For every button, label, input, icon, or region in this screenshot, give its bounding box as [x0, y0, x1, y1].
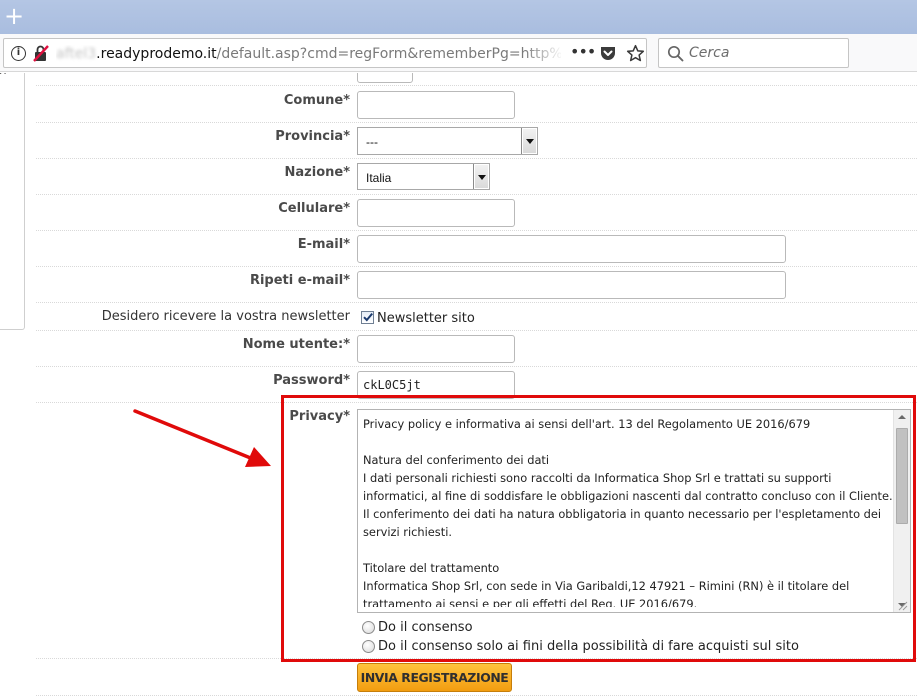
- resize-grip-icon[interactable]: [898, 601, 908, 611]
- row-separator: [36, 230, 917, 231]
- privacy-paragraph: I dati personali richiesti sono raccolti…: [363, 471, 893, 503]
- row-separator: [36, 366, 917, 367]
- url-host: .readyprodemo.it: [96, 46, 217, 62]
- privacy-paragraph: Titolare del trattamento: [363, 561, 500, 575]
- bookmark-star-icon[interactable]: [626, 44, 645, 63]
- row-separator: [36, 695, 917, 696]
- cellulare-input[interactable]: [357, 199, 515, 227]
- provincia-label: Provincia*: [275, 129, 350, 144]
- privacy-paragraph: Informatica Shop Srl, con sede in Via Ga…: [363, 579, 850, 607]
- consent-radio-1[interactable]: [362, 621, 375, 634]
- newsletter-checkbox[interactable]: [361, 311, 374, 324]
- row-separator: [36, 85, 917, 86]
- url-text[interactable]: aftel3.readyprodemo.it/default.asp?cmd=r…: [56, 45, 561, 63]
- cellulare-label: Cellulare*: [278, 201, 350, 216]
- privacy-blank-line: [363, 433, 893, 451]
- privacy-scrollbar[interactable]: [893, 410, 910, 612]
- nazione-selected-value: Italia: [366, 171, 392, 185]
- row-separator: [36, 330, 917, 331]
- row-separator: [36, 158, 917, 159]
- privacy-blank-line: [363, 541, 893, 559]
- checkmark-icon: [363, 312, 373, 322]
- username-label: Nome utente:*: [242, 337, 350, 352]
- search-bar[interactable]: [658, 38, 849, 68]
- tab-strip: +: [0, 0, 917, 34]
- search-input[interactable]: [689, 43, 839, 63]
- url-fade: [524, 41, 564, 65]
- info-icon[interactable]: i: [11, 46, 26, 61]
- insecure-lock-icon[interactable]: [33, 45, 49, 62]
- url-path: /default.asp?cmd=regForm&rememberPg=http…: [216, 46, 561, 62]
- nazione-label: Nazione*: [284, 165, 350, 180]
- password-label: Password*: [273, 373, 350, 388]
- privacy-paragraph: Privacy policy e informativa ai sensi de…: [363, 417, 811, 431]
- new-tab-button[interactable]: +: [3, 3, 25, 29]
- chevron-down-icon[interactable]: [473, 164, 489, 189]
- page-actions-menu-button[interactable]: •••: [570, 41, 596, 65]
- provincia-select[interactable]: ---: [357, 127, 538, 155]
- newsletter-option-label[interactable]: Newsletter sito: [377, 311, 475, 326]
- previous-field-input[interactable]: [357, 73, 413, 83]
- side-panel: n: [0, 73, 25, 330]
- privacy-policy-text: Privacy policy e informativa ai sensi de…: [363, 415, 893, 607]
- consent-option-1-label[interactable]: Do il consenso: [378, 620, 473, 635]
- email-repeat-label: Ripeti e-mail*: [249, 273, 350, 288]
- consent-option-2-label[interactable]: Do il consenso solo ai fini della possib…: [378, 639, 799, 654]
- scrollbar-thumb[interactable]: [896, 428, 908, 524]
- row-separator: [36, 194, 917, 195]
- username-input[interactable]: [357, 335, 515, 363]
- annotation-arrow-icon: [133, 409, 271, 467]
- scroll-up-icon[interactable]: [898, 415, 906, 419]
- row-separator: [36, 658, 917, 659]
- privacy-policy-textarea[interactable]: Privacy policy e informativa ai sensi de…: [357, 409, 911, 613]
- comune-input[interactable]: [357, 91, 515, 119]
- email-repeat-input[interactable]: [357, 271, 786, 299]
- row-separator: [36, 302, 917, 303]
- chevron-down-icon[interactable]: [521, 128, 537, 154]
- search-icon: [667, 45, 684, 62]
- url-bar[interactable]: i aftel3.readyprodemo.it/default.asp?cmd…: [3, 38, 647, 68]
- privacy-paragraph: Natura del conferimento dei dati: [363, 453, 550, 467]
- url-blurred-prefix: aftel3: [56, 46, 97, 62]
- privacy-paragraph: Il conferimento dei dati ha natura obbli…: [363, 507, 882, 539]
- page-viewport: n Comune* Provincia* --- Nazione* Italia…: [0, 73, 917, 697]
- nazione-select[interactable]: Italia: [357, 163, 490, 190]
- row-separator: [36, 266, 917, 267]
- row-separator: [36, 122, 917, 123]
- pocket-icon[interactable]: [599, 45, 617, 62]
- privacy-label: Privacy*: [289, 409, 350, 424]
- row-separator: [36, 402, 917, 403]
- email-input[interactable]: [357, 235, 786, 263]
- navigation-toolbar: i aftel3.readyprodemo.it/default.asp?cmd…: [0, 34, 917, 72]
- newsletter-label: Desidero ricevere la vostra newsletter: [101, 309, 350, 324]
- provincia-selected-value: ---: [366, 135, 378, 149]
- password-input[interactable]: [357, 371, 515, 399]
- submit-registration-button[interactable]: INVIA REGISTRAZIONE: [357, 663, 512, 692]
- email-label: E-mail*: [297, 237, 350, 252]
- consent-radio-2[interactable]: [362, 640, 375, 653]
- side-panel-edge-glyph: n: [0, 73, 7, 76]
- comune-label: Comune*: [283, 93, 350, 108]
